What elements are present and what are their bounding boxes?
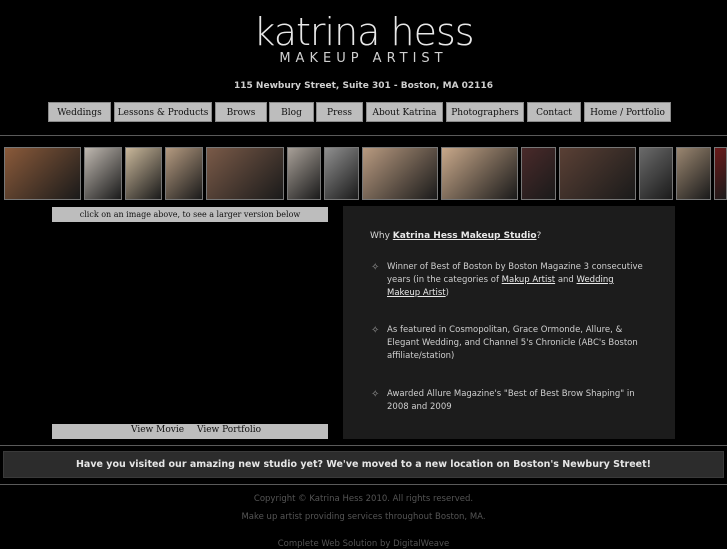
thumbnail-bride-photo[interactable]: [165, 147, 203, 200]
nav-brows[interactable]: Brows: [215, 102, 267, 122]
thumbnail-bride-photo[interactable]: [84, 147, 122, 200]
thumbnail-portrait-photo[interactable]: [676, 147, 711, 200]
thumbnail-portrait-photo[interactable]: [521, 147, 556, 200]
sparkle-bullet-icon: ✧: [371, 389, 380, 400]
services-text: Make up artist providing services throug…: [241, 512, 486, 522]
nav-about-katrina[interactable]: About Katrina: [366, 102, 443, 122]
gallery-hint: click on an image above, to see a larger…: [52, 207, 328, 222]
award-bullet: Winner of Best of Boston by Boston Magaz…: [387, 261, 649, 300]
divider: [0, 135, 727, 136]
nav-lessons-products[interactable]: Lessons & Products: [114, 102, 212, 122]
thumbnail-portrait-photo[interactable]: [714, 147, 727, 200]
thumbnail-makeup-session-photo[interactable]: [362, 147, 438, 200]
nav-weddings[interactable]: Weddings: [48, 102, 111, 122]
nav-photographers[interactable]: Photographers: [446, 102, 524, 122]
thumbnail-bride-photo[interactable]: [125, 147, 162, 200]
studio-link[interactable]: Katrina Hess Makeup Studio: [393, 231, 537, 241]
featured-bullet: As featured in Cosmopolitan, Grace Ormon…: [387, 325, 638, 361]
nav-contact[interactable]: Contact: [527, 102, 581, 122]
divider: [0, 484, 727, 485]
sparkle-bullet-icon: ✧: [371, 325, 380, 336]
thumbnail-makeup-session-photo[interactable]: [324, 147, 359, 200]
thumbnail-portrait-photo[interactable]: [639, 147, 673, 200]
sparkle-bullet-icon: ✧: [371, 262, 380, 273]
view-movie-link[interactable]: View Movie: [131, 423, 184, 438]
why-suffix: ?: [536, 231, 542, 241]
logo-tagline: MAKEUP ARTIST: [279, 51, 448, 66]
why-heading: Why Katrina Hess Makeup Studio?: [370, 231, 541, 241]
thumbnail-makeup-session-photo[interactable]: [441, 147, 518, 200]
nav-blog[interactable]: Blog: [269, 102, 314, 122]
why-prefix: Why: [370, 231, 393, 241]
why-panel: Why Katrina Hess Makeup Studio? ✧ Winner…: [343, 206, 675, 439]
nav-home-portfolio[interactable]: Home / Portfolio: [584, 102, 671, 122]
copyright-text: Copyright © Katrina Hess 2010. All right…: [253, 494, 474, 504]
studio-address: 115 Newbury Street, Suite 301 - Boston, …: [234, 81, 493, 91]
award-and: and: [555, 275, 577, 285]
makeup-artist-link[interactable]: Makup Artist: [502, 275, 555, 285]
nav-press[interactable]: Press: [316, 102, 363, 122]
divider: [0, 445, 727, 446]
thumbnail-strip: [0, 147, 727, 200]
thumbnail-makeup-session-photo[interactable]: [287, 147, 321, 200]
credit-link[interactable]: Complete Web Solution by DigitalWeave: [0, 539, 727, 549]
new-studio-banner[interactable]: Have you visited our amazing new studio …: [3, 451, 724, 478]
logo-name[interactable]: katrina hess: [0, 10, 727, 54]
thumbnail-group-photo[interactable]: [559, 147, 636, 200]
thumbnail-bride-portrait-photo[interactable]: [206, 147, 284, 200]
gallery-bottom-bar: [52, 424, 328, 439]
thumbnail-studio-photo[interactable]: [4, 147, 81, 200]
allure-bullet: Awarded Allure Magazine's "Best of Best …: [387, 389, 635, 412]
view-portfolio-link[interactable]: View Portfolio: [197, 423, 261, 438]
award-end: ): [445, 288, 449, 298]
